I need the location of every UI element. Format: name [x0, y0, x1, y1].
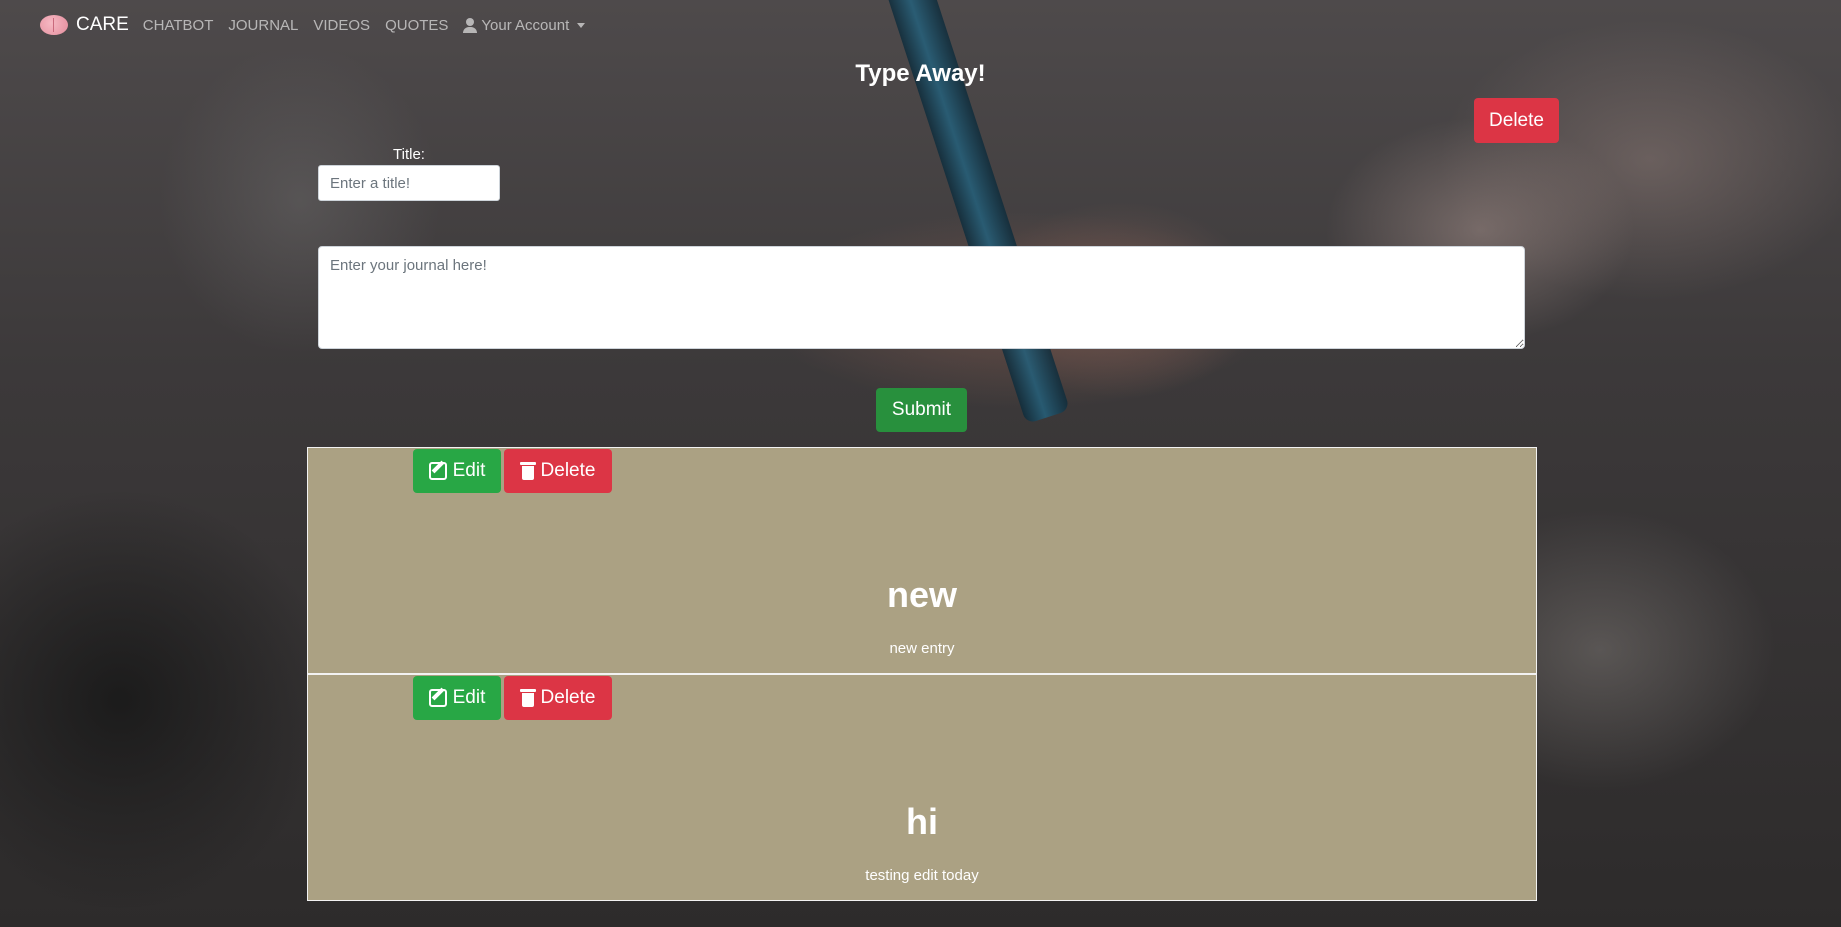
edit-icon: [428, 462, 447, 480]
navbar: CARE CHATBOT JOURNAL VIDEOS QUOTES Your …: [0, 0, 1841, 50]
delete-entry-button[interactable]: Delete: [504, 449, 612, 493]
title-label: Title:: [393, 146, 425, 163]
edit-button[interactable]: Edit: [413, 676, 501, 720]
submit-button[interactable]: Submit: [876, 388, 967, 432]
trash-icon: [519, 462, 536, 480]
nav-link-videos[interactable]: VIDEOS: [313, 17, 370, 34]
nav-link-journal[interactable]: JOURNAL: [228, 17, 298, 34]
brand-link[interactable]: CARE: [40, 14, 129, 36]
brand-label: CARE: [76, 14, 129, 35]
user-icon: [463, 17, 478, 33]
journal-textarea[interactable]: [318, 246, 1525, 349]
trash-icon: [519, 689, 536, 707]
entry-body: new entry: [889, 640, 955, 657]
delete-label: Delete: [540, 687, 596, 708]
delete-button[interactable]: Delete: [1474, 98, 1559, 143]
journal-entry: Edit Delete new new entry: [307, 447, 1537, 674]
entry-title: hi: [906, 801, 938, 842]
entry-body: testing edit today: [865, 867, 979, 884]
title-input[interactable]: [318, 165, 500, 201]
delete-entry-button[interactable]: Delete: [504, 676, 612, 720]
edit-label: Edit: [452, 687, 486, 708]
edit-icon: [428, 689, 447, 707]
page-title: Type Away!: [855, 60, 986, 87]
nav-link-chatbot[interactable]: CHATBOT: [143, 17, 214, 34]
entry-title: new: [886, 574, 957, 615]
delete-label: Delete: [540, 460, 596, 481]
caret-down-icon: [577, 22, 586, 28]
brain-icon: [40, 15, 68, 35]
account-dropdown[interactable]: Your Account: [463, 16, 586, 34]
journal-entry: Edit Delete hi testing edit today: [307, 674, 1537, 901]
edit-button[interactable]: Edit: [413, 449, 501, 493]
edit-label: Edit: [452, 460, 486, 481]
account-label: Your Account: [481, 16, 570, 34]
nav-link-quotes[interactable]: QUOTES: [385, 17, 448, 34]
